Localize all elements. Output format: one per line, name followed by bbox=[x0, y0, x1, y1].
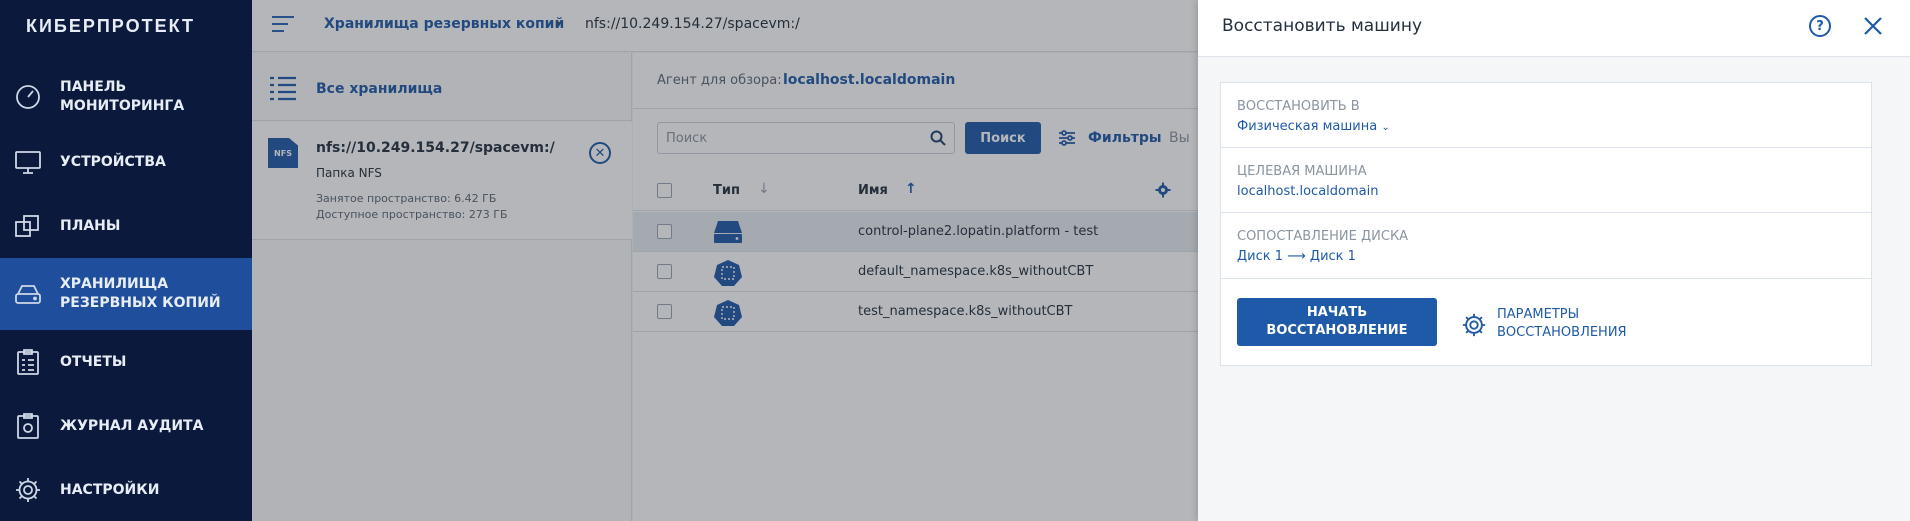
target-machine-section: ЦЕЛЕВАЯ МАШИНА localhost.localdomain bbox=[1221, 148, 1871, 213]
restore-to-value: Физическая машина bbox=[1237, 119, 1378, 134]
reports-icon bbox=[14, 348, 42, 376]
sidebar-item-devices[interactable]: УСТРОЙСТВА bbox=[0, 137, 252, 187]
audit-log-icon bbox=[14, 412, 42, 440]
recovery-options-label: ПАРАМЕТРЫ ВОССТАНОВЛЕНИЯ bbox=[1497, 306, 1627, 342]
target-machine-label: ЦЕЛЕВАЯ МАШИНА bbox=[1237, 164, 1367, 179]
sidebar-item-backup-storages[interactable]: ХРАНИЛИЩА РЕЗЕРВНЫХ КОПИЙ bbox=[0, 258, 252, 330]
sidebar-item-reports[interactable]: ОТЧЕТЫ bbox=[0, 337, 252, 387]
sidebar-item-dashboard[interactable]: ПАНЕЛЬ МОНИТОРИНГА bbox=[0, 67, 252, 127]
brand-logo: КИБЕРПРОТЕКТ bbox=[26, 15, 196, 36]
modal-overlay[interactable] bbox=[252, 0, 1198, 521]
start-recovery-line1: НАЧАТЬ bbox=[1306, 305, 1368, 320]
restore-to-dropdown[interactable]: Физическая машина ⌄ bbox=[1237, 119, 1390, 134]
start-recovery-line2: ВОССТАНОВЛЕНИЕ bbox=[1266, 323, 1408, 338]
recovery-options-line1: ПАРАМЕТРЫ bbox=[1497, 307, 1580, 322]
gear-icon bbox=[1461, 312, 1487, 338]
chevron-down-icon: ⌄ bbox=[1381, 122, 1390, 133]
sidebar-item-label: ПАНЕЛЬ МОНИТОРИНГА bbox=[60, 79, 185, 114]
restore-to-label: ВОССТАНОВИТЬ В bbox=[1237, 99, 1360, 114]
target-machine-link[interactable]: localhost.localdomain bbox=[1237, 184, 1378, 199]
restore-form: ВОССТАНОВИТЬ В Физическая машина ⌄ ЦЕЛЕВ… bbox=[1220, 82, 1872, 366]
sidebar-item-label: ЖУРНАЛ АУДИТА bbox=[60, 417, 204, 434]
restore-machine-drawer: Восстановить машину ? ВОССТАНОВИТЬ В Физ… bbox=[1198, 0, 1910, 521]
storage-icon bbox=[14, 280, 42, 308]
drawer-header: Восстановить машину ? bbox=[1198, 0, 1910, 57]
plans-icon bbox=[14, 212, 42, 240]
drawer-title: Восстановить машину bbox=[1222, 16, 1423, 36]
monitor-icon bbox=[14, 148, 42, 176]
disk-mapping-label: СОПОСТАВЛЕНИЕ ДИСКА bbox=[1237, 229, 1409, 244]
recovery-options-link[interactable]: ПАРАМЕТРЫ ВОССТАНОВЛЕНИЯ bbox=[1461, 304, 1661, 344]
sidebar-item-label: НАСТРОЙКИ bbox=[60, 481, 160, 498]
sidebar-item-plans[interactable]: ПЛАНЫ bbox=[0, 201, 252, 251]
disk-mapping-link[interactable]: Диск 1 ⟶ Диск 1 bbox=[1237, 249, 1356, 264]
help-icon[interactable]: ? bbox=[1809, 15, 1831, 37]
sidebar-item-label: ХРАНИЛИЩА РЕЗЕРВНЫХ КОПИЙ bbox=[60, 276, 221, 311]
sidebar: КИБЕРПРОТЕКТ ПАНЕЛЬ МОНИТОРИНГА УСТРОЙСТ… bbox=[0, 0, 252, 521]
sidebar-item-label: ПЛАНЫ bbox=[60, 217, 121, 234]
close-icon[interactable] bbox=[1862, 15, 1884, 37]
sidebar-item-settings[interactable]: НАСТРОЙКИ bbox=[0, 465, 252, 515]
recovery-options-line2: ВОССТАНОВЛЕНИЯ bbox=[1497, 325, 1627, 340]
dashboard-icon bbox=[14, 83, 42, 111]
sidebar-item-label: УСТРОЙСТВА bbox=[60, 153, 166, 170]
start-recovery-button[interactable]: НАЧАТЬ ВОССТАНОВЛЕНИЕ bbox=[1237, 298, 1437, 346]
sidebar-item-label: ОТЧЕТЫ bbox=[60, 353, 127, 370]
disk-mapping-section: СОПОСТАВЛЕНИЕ ДИСКА Диск 1 ⟶ Диск 1 bbox=[1221, 213, 1871, 279]
restore-to-section: ВОССТАНОВИТЬ В Физическая машина ⌄ bbox=[1221, 83, 1871, 148]
gear-icon bbox=[14, 476, 42, 504]
sidebar-item-audit-log[interactable]: ЖУРНАЛ АУДИТА bbox=[0, 401, 252, 451]
